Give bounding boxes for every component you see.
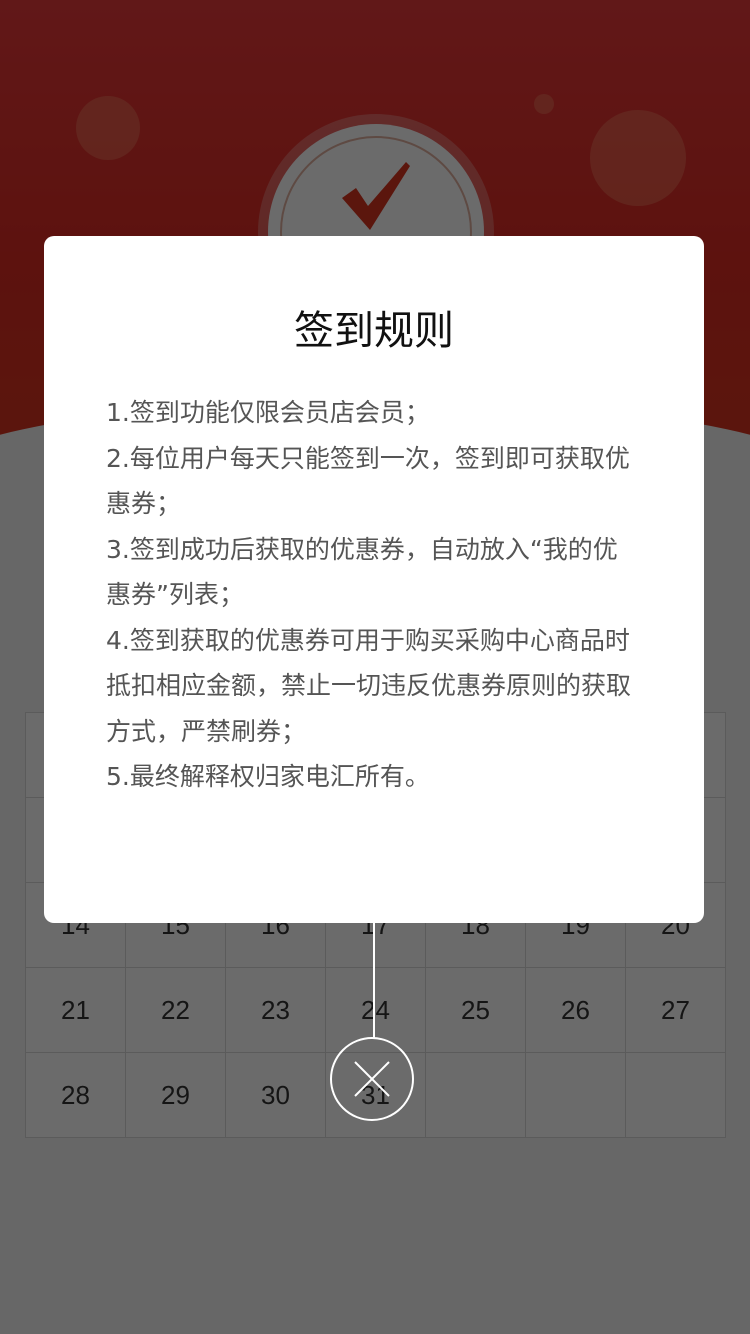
checkin-page: 14 15 16 17 18 19 20 21 22 23 24 25 26 2… — [0, 0, 750, 1334]
rule-text: 4.签到获取的优惠券可用于购买采购中心商品时 — [106, 625, 630, 655]
rule-text: 1.签到功能仅限会员店会员； — [106, 398, 430, 427]
rules-list: 1.签到功能仅限会员店会员； 2.每位用户每天只能签到一次，签到即可获取优 惠券… — [106, 390, 666, 800]
close-icon — [354, 1061, 390, 1097]
rule-text: 方式，严禁刷券； — [106, 716, 307, 746]
rule-text: 5.最终解释权归家电汇所有。 — [106, 762, 430, 791]
dialog-title: 签到规则 — [294, 308, 454, 354]
rule-text: 惠券”列表； — [106, 580, 244, 609]
rules-dialog: 签到规则 1.签到功能仅限会员店会员； 2.每位用户每天只能签到一次，签到即可获… — [44, 236, 704, 923]
close-button[interactable] — [330, 1037, 414, 1121]
rule-text: 3.签到成功后获取的优惠券，自动放入“我的优 — [106, 534, 618, 564]
close-connector-line — [373, 923, 375, 1038]
rule-text: 惠券； — [106, 489, 182, 518]
rule-text: 2.每位用户每天只能签到一次，签到即可获取优 — [106, 443, 630, 473]
rule-text: 抵扣相应金额，禁止一切违反优惠券原则的获取 — [106, 671, 632, 700]
